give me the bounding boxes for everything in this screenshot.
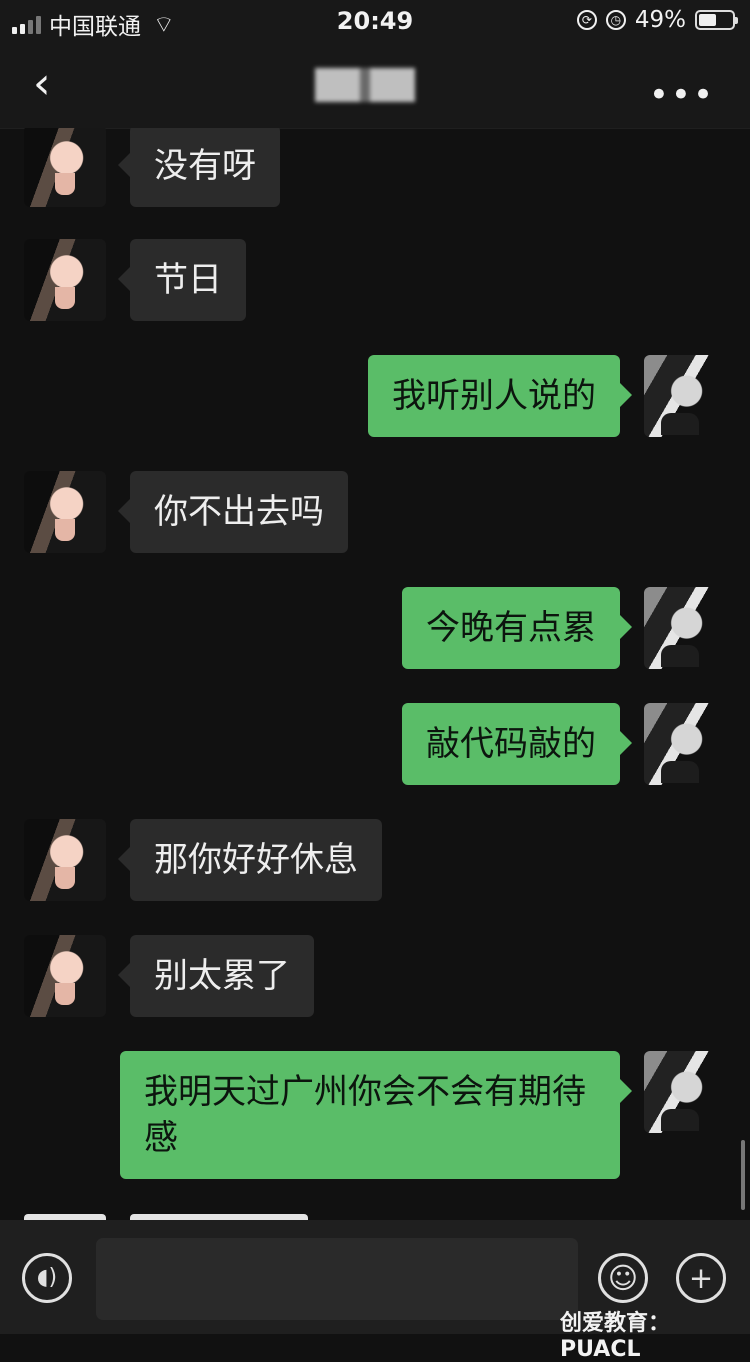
my-avatar[interactable] [644,355,726,437]
chat-header: ‹ ••• [0,44,750,129]
received-message-bubble[interactable]: 节日 [118,239,246,321]
chat-scrollbar[interactable] [741,1140,745,1210]
sent-message-bubble[interactable]: 我听别人说的 [368,355,632,437]
contact-avatar[interactable] [24,819,106,901]
message-list[interactable]: 没有呀 节日 我听别人说的 你不出去吗 今晚有点累 敲代码敲的 那你好好休息 别… [0,128,750,1220]
emoji-button[interactable]: ☺ [598,1253,648,1303]
my-avatar[interactable] [644,703,726,785]
sent-message-bubble[interactable]: 我明天过广州你会不会有期待感 [120,1051,632,1179]
received-message-bubble[interactable]: 没有呀 [118,128,280,207]
battery-icon [695,10,738,30]
received-message-bubble[interactable]: 别太累了 [118,935,314,1017]
more-options-button[interactable]: ••• [649,75,715,115]
my-avatar[interactable] [644,1051,726,1133]
received-message-bubble[interactable]: 你不出去吗 [118,471,348,553]
battery-percentage: 49% [634,7,686,33]
received-message-bubble[interactable]: 那你好好休息 [118,819,382,901]
back-button[interactable]: ‹ [33,62,69,110]
voice-input-button[interactable]: ◖) [22,1253,72,1303]
sent-message-bubble[interactable]: 今晚有点累 [402,587,632,669]
status-right-icons: ⟳ ◷ 49% [576,7,738,33]
alarm-icon: ◷ [605,10,626,30]
add-attachment-button[interactable]: + [676,1253,726,1303]
contact-avatar[interactable] [24,935,106,1017]
status-bar: 中国联通 ⌔ 20:49 ⟳ ◷ 49% [0,0,750,44]
my-avatar[interactable] [644,587,726,669]
contact-avatar[interactable] [24,239,106,321]
blurred-contact-name [315,68,415,102]
contact-avatar[interactable] [24,471,106,553]
message-input[interactable] [96,1238,578,1320]
contact-avatar[interactable] [24,128,106,207]
sent-message-bubble[interactable]: 敲代码敲的 [402,703,632,785]
orientation-lock-icon: ⟳ [576,10,597,30]
